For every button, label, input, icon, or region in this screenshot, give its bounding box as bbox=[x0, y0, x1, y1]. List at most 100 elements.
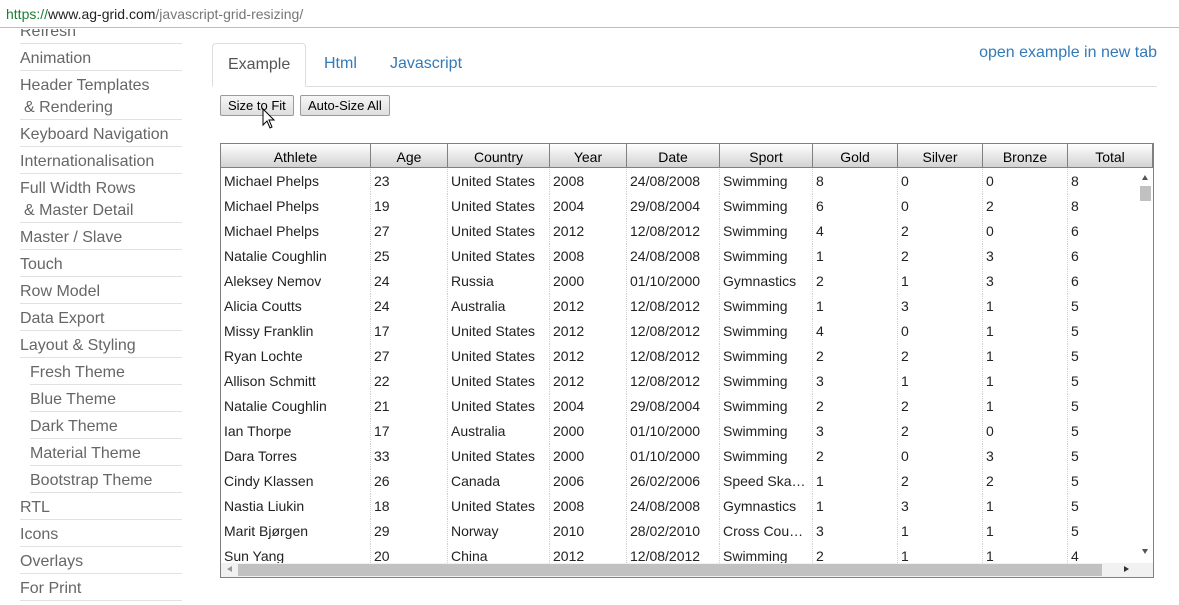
table-cell[interactable]: 5 bbox=[1068, 294, 1139, 319]
table-cell[interactable]: 12/08/2012 bbox=[627, 344, 720, 369]
sidebar-item[interactable]: Full Width Rows & Master Detail bbox=[20, 178, 182, 223]
table-cell[interactable]: Marit Bjørgen bbox=[221, 519, 371, 544]
table-cell[interactable]: 2012 bbox=[550, 294, 627, 319]
sidebar-item[interactable]: Header Templates & Rendering bbox=[20, 75, 182, 120]
table-cell[interactable]: 0 bbox=[898, 444, 983, 469]
table-cell[interactable]: 21 bbox=[371, 394, 448, 419]
table-cell[interactable]: 3 bbox=[813, 519, 898, 544]
table-cell[interactable]: Swimming bbox=[720, 194, 813, 219]
table-cell[interactable]: 3 bbox=[813, 419, 898, 444]
table-row[interactable]: Cindy Klassen 26 Canada 2006 26/02/2006 Speed… bbox=[221, 469, 1139, 494]
table-cell[interactable]: 27 bbox=[371, 219, 448, 244]
table-cell[interactable]: Cindy Klassen bbox=[221, 469, 371, 494]
table-cell[interactable]: Michael Phelps bbox=[221, 219, 371, 244]
sidebar-item[interactable]: Keyboard Navigation bbox=[20, 124, 182, 147]
scroll-left-icon[interactable] bbox=[227, 566, 232, 572]
sidebar-item[interactable]: Refresh bbox=[20, 29, 182, 44]
table-cell[interactable]: 2 bbox=[898, 344, 983, 369]
table-cell[interactable]: Aleksey Nemov bbox=[221, 269, 371, 294]
table-row[interactable]: Dara Torres 33 United States 2000 01/10/2000… bbox=[221, 444, 1139, 469]
table-cell[interactable]: 5 bbox=[1068, 344, 1139, 369]
table-cell[interactable]: United States bbox=[448, 344, 550, 369]
table-cell[interactable]: 2000 bbox=[550, 269, 627, 294]
table-cell[interactable]: 8 bbox=[1068, 194, 1139, 219]
sidebar-item[interactable]: Dark Theme bbox=[30, 416, 182, 439]
table-cell[interactable]: Swimming bbox=[720, 394, 813, 419]
table-cell[interactable]: Australia bbox=[448, 419, 550, 444]
horizontal-scroll-thumb[interactable] bbox=[238, 564, 1102, 576]
table-cell[interactable]: 2 bbox=[898, 219, 983, 244]
table-cell[interactable]: 1 bbox=[813, 494, 898, 519]
table-cell[interactable]: 23 bbox=[371, 169, 448, 194]
table-cell[interactable]: United States bbox=[448, 169, 550, 194]
table-cell[interactable]: 26/02/2006 bbox=[627, 469, 720, 494]
table-cell[interactable]: 2010 bbox=[550, 519, 627, 544]
table-cell[interactable]: Missy Franklin bbox=[221, 319, 371, 344]
horizontal-scrollbar[interactable] bbox=[221, 563, 1153, 577]
sidebar-item[interactable]: Data Export bbox=[20, 308, 182, 331]
table-cell[interactable]: 2012 bbox=[550, 344, 627, 369]
table-row[interactable]: Marit Bjørgen 29 Norway 2010 28/02/2010 Cross… bbox=[221, 519, 1139, 544]
table-cell[interactable]: 1 bbox=[983, 344, 1068, 369]
table-cell[interactable]: Australia bbox=[448, 294, 550, 319]
column-header[interactable]: Country bbox=[448, 144, 550, 168]
table-cell[interactable]: 24 bbox=[371, 269, 448, 294]
scroll-down-icon[interactable] bbox=[1142, 549, 1148, 554]
table-row[interactable]: Aleksey Nemov 24 Russia 2000 01/10/2000 Gymna… bbox=[221, 269, 1139, 294]
table-cell[interactable]: 29/08/2004 bbox=[627, 194, 720, 219]
auto-size-all-button[interactable]: Auto-Size All bbox=[300, 95, 390, 116]
table-cell[interactable]: Gymnastics bbox=[720, 269, 813, 294]
table-cell[interactable]: 2004 bbox=[550, 194, 627, 219]
table-cell[interactable]: 3 bbox=[983, 444, 1068, 469]
tab-javascript[interactable]: Javascript bbox=[375, 43, 477, 87]
table-cell[interactable]: Alicia Coutts bbox=[221, 294, 371, 319]
table-row[interactable]: Allison Schmitt 22 United States 2012 12/08/… bbox=[221, 369, 1139, 394]
table-cell[interactable]: 4 bbox=[813, 219, 898, 244]
column-header[interactable]: Gold bbox=[813, 144, 898, 168]
table-row[interactable]: Ryan Lochte 27 United States 2012 12/08/2012… bbox=[221, 344, 1139, 369]
table-cell[interactable]: Nastia Liukin bbox=[221, 494, 371, 519]
sidebar-item[interactable]: Animation bbox=[20, 48, 182, 71]
table-cell[interactable]: 12/08/2012 bbox=[627, 369, 720, 394]
table-cell[interactable]: 3 bbox=[813, 369, 898, 394]
table-cell[interactable]: Swimming bbox=[720, 444, 813, 469]
table-cell[interactable]: 24 bbox=[371, 294, 448, 319]
table-cell[interactable]: 1 bbox=[983, 394, 1068, 419]
table-row[interactable]: Ian Thorpe 17 Australia 2000 01/10/2000 Swimm… bbox=[221, 419, 1139, 444]
tab-example[interactable]: Example bbox=[212, 43, 307, 87]
table-cell[interactable]: 2 bbox=[813, 444, 898, 469]
table-cell[interactable]: Speed Ska… bbox=[720, 469, 813, 494]
sidebar-item[interactable]: Bootstrap Theme bbox=[30, 470, 182, 493]
table-cell[interactable]: 0 bbox=[983, 169, 1068, 194]
table-cell[interactable]: United States bbox=[448, 319, 550, 344]
table-cell[interactable]: United States bbox=[448, 494, 550, 519]
table-cell[interactable]: 2 bbox=[898, 469, 983, 494]
table-cell[interactable]: Canada bbox=[448, 469, 550, 494]
table-cell[interactable]: 1 bbox=[898, 544, 983, 564]
table-cell[interactable]: 1 bbox=[813, 294, 898, 319]
column-header[interactable]: Age bbox=[371, 144, 448, 168]
table-cell[interactable]: Ian Thorpe bbox=[221, 419, 371, 444]
table-cell[interactable]: 01/10/2000 bbox=[627, 419, 720, 444]
table-cell[interactable]: 12/08/2012 bbox=[627, 219, 720, 244]
table-cell[interactable]: United States bbox=[448, 194, 550, 219]
table-cell[interactable]: 25 bbox=[371, 244, 448, 269]
table-cell[interactable]: 0 bbox=[898, 194, 983, 219]
table-cell[interactable]: Swimming bbox=[720, 344, 813, 369]
table-cell[interactable]: 4 bbox=[1068, 544, 1139, 564]
table-cell[interactable]: Swimming bbox=[720, 319, 813, 344]
sidebar-item[interactable]: Icons bbox=[20, 524, 182, 547]
table-cell[interactable]: Swimming bbox=[720, 369, 813, 394]
table-cell[interactable]: 5 bbox=[1068, 394, 1139, 419]
table-cell[interactable]: 1 bbox=[898, 369, 983, 394]
vertical-scroll-thumb[interactable] bbox=[1140, 186, 1151, 201]
table-cell[interactable]: 20 bbox=[371, 544, 448, 564]
table-cell[interactable]: 24/08/2008 bbox=[627, 494, 720, 519]
scroll-right-icon[interactable] bbox=[1124, 566, 1129, 572]
table-cell[interactable]: China bbox=[448, 544, 550, 564]
column-header[interactable]: Bronze bbox=[983, 144, 1068, 168]
table-cell[interactable]: 6 bbox=[1068, 269, 1139, 294]
table-row[interactable]: Michael Phelps 23 United States 2008 24/08/2… bbox=[221, 169, 1139, 194]
table-cell[interactable]: United States bbox=[448, 444, 550, 469]
table-cell[interactable]: 2012 bbox=[550, 319, 627, 344]
